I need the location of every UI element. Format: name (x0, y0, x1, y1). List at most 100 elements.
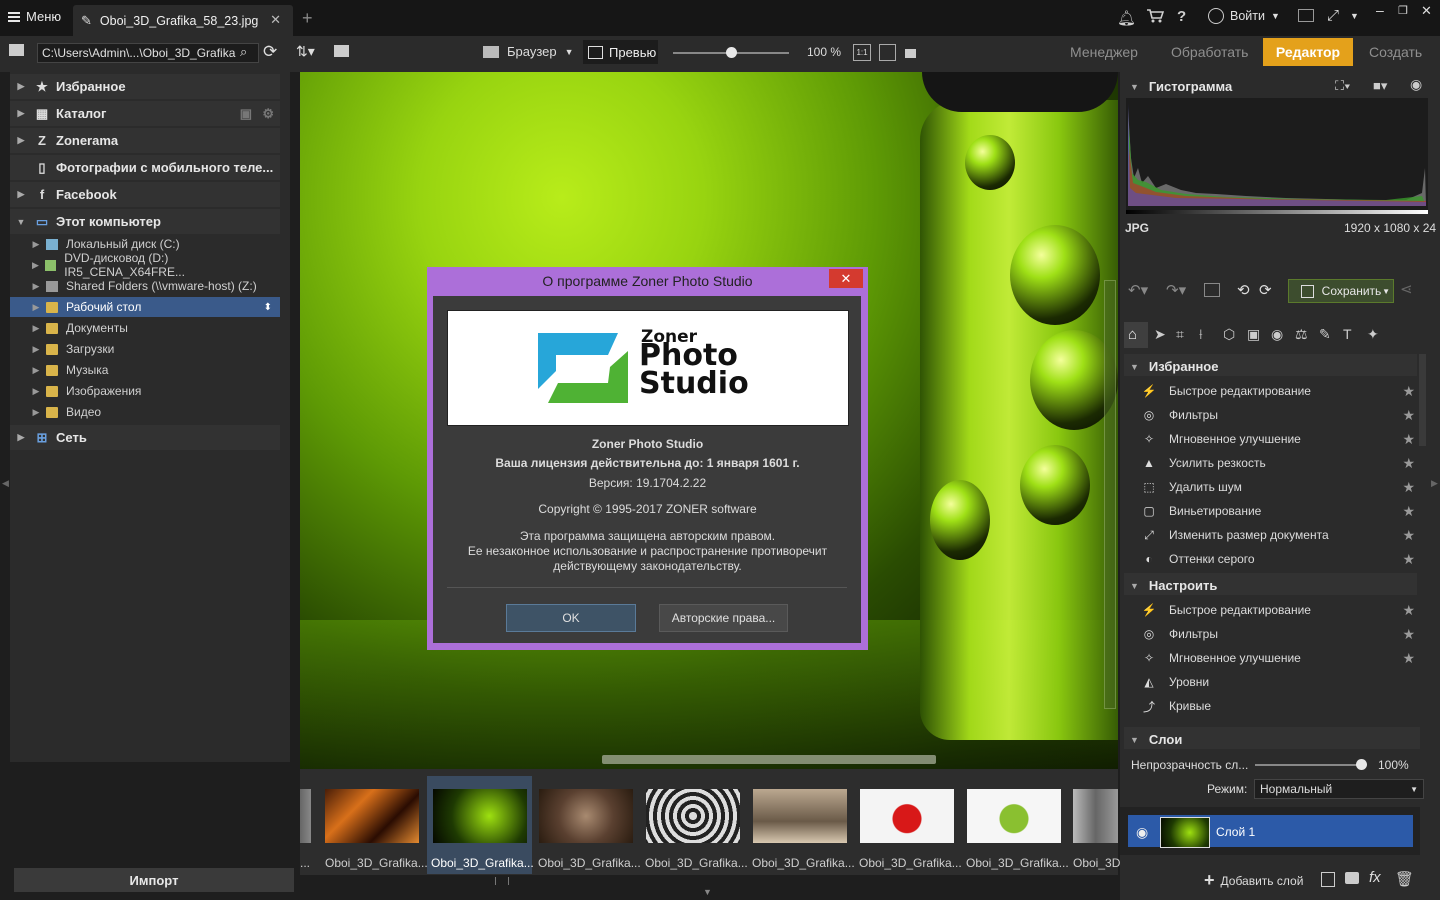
new-folder-icon[interactable] (334, 45, 349, 57)
collapse-icon[interactable]: ▼ (1130, 82, 1139, 92)
collapse-icon[interactable]: ▼ (10, 217, 32, 227)
brush-icon[interactable]: ✎ (1319, 326, 1331, 343)
star-icon[interactable]: ★ (1402, 626, 1415, 643)
frame-icon[interactable]: ▣ (1247, 326, 1260, 343)
tool-quick-edit[interactable]: ⚡ Быстрое редактирование ★ (1140, 599, 1415, 621)
document-tab[interactable]: ✎ Oboi_3D_Grafika_58_23.jpg ✕ (73, 5, 293, 36)
tool-resize[interactable]: ⤢ Изменить размер документа ★ (1140, 524, 1415, 546)
sort-icon[interactable]: ⇅▾ (296, 43, 315, 60)
expand-icon[interactable]: ▶ (10, 189, 32, 200)
credits-button[interactable]: Авторские права... (659, 604, 788, 632)
star-icon[interactable]: ★ (1402, 479, 1415, 496)
star-icon[interactable]: ★ (1402, 455, 1415, 472)
collapse-icon[interactable]: ▼ (1130, 735, 1139, 745)
star-icon[interactable]: ★ (1402, 650, 1415, 667)
redo-icon[interactable]: ↷▾ (1166, 281, 1186, 299)
tool-filters[interactable]: ◎ Фильтры ★ (1140, 404, 1415, 426)
tool-levels[interactable]: ◭ Уровни (1140, 671, 1415, 693)
nav-facebook[interactable]: ▶ f Facebook (10, 182, 280, 207)
favorites-header[interactable]: ▼ Избранное (1130, 359, 1218, 374)
cart-icon[interactable] (1146, 8, 1165, 28)
new-tab-button[interactable]: + (302, 8, 313, 29)
tab-process[interactable]: Обработать (1171, 44, 1248, 60)
menu-button[interactable]: Меню (8, 9, 61, 24)
minimize-icon[interactable]: – (1376, 2, 1384, 18)
search-icon[interactable]: ⌕ (240, 44, 247, 60)
nav-this-computer[interactable]: ▼ ▭ Этот компьютер (10, 209, 280, 234)
undo-icon[interactable]: ↶▾ (1128, 281, 1148, 299)
opacity-slider[interactable] (1255, 764, 1365, 766)
tree-item-documents[interactable]: ▶ Документы (10, 318, 280, 338)
tool-curves[interactable]: ⤴ Кривые (1140, 695, 1415, 717)
save-button[interactable]: Сохранить ▼ (1288, 279, 1394, 303)
star-icon[interactable]: ★ (1402, 407, 1415, 424)
tool-instant-fix[interactable]: ✧ Мгновенное улучшение ★ (1140, 647, 1415, 669)
thumbnail[interactable] (967, 789, 1061, 843)
tool-sharpen[interactable]: ▲ Усилить резкость ★ (1140, 452, 1415, 474)
fullscreen-icon[interactable]: ⤢ (1327, 7, 1339, 24)
thumbnail[interactable] (1073, 789, 1118, 843)
tree-item-music[interactable]: ▶ Музыка (10, 360, 280, 380)
actual-size-button[interactable]: 1:1 (853, 44, 871, 61)
collapse-icon[interactable]: ▼ (1130, 362, 1139, 372)
collapse-filmstrip-icon[interactable]: ▼ (703, 887, 712, 897)
close-window-icon[interactable]: ✕ (1421, 3, 1432, 19)
clone-icon[interactable]: ⚖ (1295, 326, 1308, 343)
filmstrip-scroll-grip[interactable] (495, 877, 509, 885)
expand-icon[interactable]: ▶ (10, 432, 32, 443)
add-layer-button[interactable]: + Добавить слой (1204, 870, 1303, 891)
tool-vignette[interactable]: ▢ Виньетирование ★ (1140, 500, 1415, 522)
help-button[interactable]: ? (1177, 8, 1186, 25)
fit-screen-icon[interactable] (879, 44, 896, 61)
import-button[interactable]: Импорт (14, 868, 294, 892)
panel-scrollbar[interactable] (1419, 354, 1426, 446)
thumbnail[interactable] (539, 789, 633, 843)
blend-mode-select[interactable]: Нормальный ▼ (1254, 779, 1424, 799)
text-icon[interactable]: T (1343, 326, 1352, 342)
fx-button[interactable]: fx (1369, 869, 1381, 886)
refresh-icon[interactable]: ⟳ (263, 42, 277, 62)
tab-editor[interactable]: Редактор (1263, 38, 1353, 66)
tool-quick-edit[interactable]: ⚡ Быстрое редактирование ★ (1140, 380, 1415, 402)
star-icon[interactable]: ★ (1402, 551, 1415, 568)
share-icon[interactable]: ⋖ (1400, 280, 1413, 298)
crop-icon[interactable]: ⌗ (1176, 326, 1184, 343)
star-icon[interactable]: ★ (1402, 503, 1415, 520)
path-input[interactable] (37, 43, 259, 63)
browser-view-button[interactable]: Браузер ▼ (483, 44, 574, 59)
restore-icon[interactable]: ❐ (1398, 4, 1408, 17)
straighten-icon[interactable]: ⟊ (1199, 326, 1203, 343)
star-icon[interactable]: ★ (1402, 602, 1415, 619)
thumbnail[interactable] (325, 789, 419, 843)
layer-mask-icon[interactable] (1345, 872, 1359, 884)
trash-icon[interactable]: 🗑︎ (1395, 870, 1414, 888)
expand-icon[interactable]: ▶ (10, 81, 32, 92)
tool-denoise[interactable]: ⬚ Удалить шум ★ (1140, 476, 1415, 498)
expand-icon[interactable]: ▶ (10, 135, 32, 146)
add-folder-icon[interactable]: ▣ (240, 106, 252, 122)
tree-item-images[interactable]: ▶ Изображения (10, 381, 280, 401)
opacity-slider-handle[interactable] (1356, 759, 1367, 770)
close-tab-icon[interactable]: ✕ (270, 12, 281, 28)
perspective-icon[interactable]: ⬡ (1223, 326, 1235, 343)
image-vertical-scrollbar[interactable] (1104, 280, 1116, 709)
preview-view-button[interactable]: Превью (583, 40, 658, 64)
histogram-options-icon[interactable]: ⛶▾ (1335, 78, 1350, 94)
zoom-slider-handle[interactable] (726, 47, 737, 58)
nav-favorites[interactable]: ▶ ★ Избранное (10, 74, 280, 99)
thumbnail[interactable] (753, 789, 847, 843)
image-history-icon[interactable] (1204, 283, 1220, 297)
adjust-header[interactable]: ▼ Настроить (1130, 578, 1217, 593)
nav-network[interactable]: ▶ ⊞ Сеть (10, 425, 280, 450)
nav-catalog[interactable]: ▶ ▦ Каталог ▣ ⚙ (10, 101, 280, 126)
expand-icon[interactable]: ▶ (10, 108, 32, 119)
tool-filters[interactable]: ◎ Фильтры ★ (1140, 623, 1415, 645)
bell-icon[interactable]: 🔔︎ (1117, 9, 1136, 27)
tab-create[interactable]: Создать (1369, 44, 1422, 60)
eye-icon[interactable]: ◉ (1136, 824, 1148, 841)
star-icon[interactable]: ★ (1402, 527, 1415, 544)
star-icon[interactable]: ★ (1402, 383, 1415, 400)
pointer-icon[interactable]: ➤ (1154, 326, 1166, 343)
rotate-left-icon[interactable]: ⟲ (1237, 281, 1250, 299)
thumbnail[interactable] (433, 789, 527, 843)
